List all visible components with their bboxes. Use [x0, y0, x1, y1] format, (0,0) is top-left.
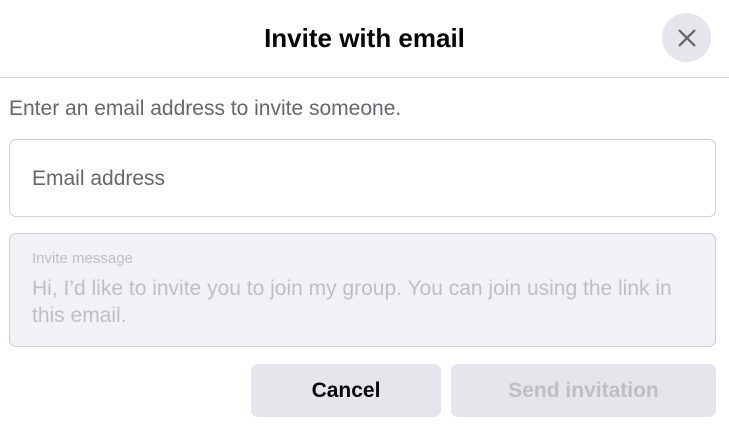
send-invitation-button[interactable]: Send invitation	[451, 364, 716, 417]
invite-message-label: Invite message	[32, 250, 133, 267]
invite-message-placeholder: Hi, I’d like to invite you to join my gr…	[32, 277, 672, 327]
dialog-description: Enter an email address to invite someone…	[9, 97, 402, 120]
email-input[interactable]	[32, 164, 692, 194]
email-field[interactable]	[9, 139, 716, 217]
close-icon	[676, 27, 698, 49]
dialog-title: Invite with email	[264, 23, 465, 53]
invite-email-dialog: Invite with email Enter an email address…	[0, 0, 729, 429]
dialog-header: Invite with email	[0, 0, 729, 78]
close-button[interactable]	[662, 13, 711, 62]
invite-message-field: Invite message Hi, I’d like to invite yo…	[9, 233, 716, 347]
cancel-button[interactable]: Cancel	[251, 364, 441, 417]
